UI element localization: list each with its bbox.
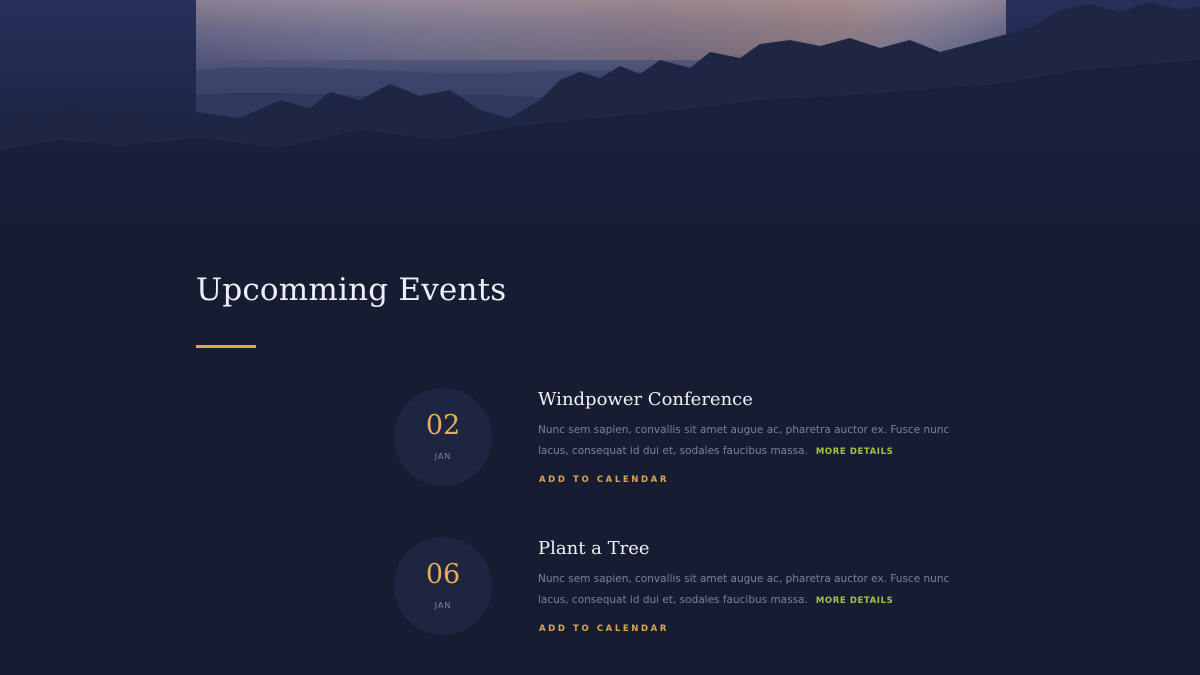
add-to-calendar-link[interactable]: ADD TO CALENDAR — [539, 475, 669, 485]
section-title: Upcomming Events — [196, 272, 507, 308]
event-title: Plant a Tree — [538, 538, 650, 559]
event-title: Windpower Conference — [538, 389, 753, 410]
event-date-day: 02 — [425, 410, 461, 441]
page: Upcomming Events 02 JAN Windpower Confer… — [0, 0, 1200, 675]
event-date-badge: 06 JAN — [394, 537, 492, 635]
more-details-link[interactable]: MORE DETAILS — [816, 596, 893, 606]
event-details: Windpower Conference Nunc sem sapien, co… — [538, 388, 978, 487]
more-details-link[interactable]: MORE DETAILS — [816, 447, 893, 457]
event-date-badge: 02 JAN — [394, 388, 492, 486]
event-description: Nunc sem sapien, convallis sit amet augu… — [538, 569, 978, 612]
add-to-calendar-link[interactable]: ADD TO CALENDAR — [539, 624, 669, 634]
event-details: Plant a Tree Nunc sem sapien, convallis … — [538, 537, 978, 636]
hero-landscape-image — [0, 0, 1200, 230]
event-date-day: 06 — [425, 559, 461, 590]
event-date-month: JAN — [434, 601, 452, 610]
event-item: 02 JAN Windpower Conference Nunc sem sap… — [394, 388, 994, 508]
title-underline-divider — [196, 345, 256, 348]
event-date-month: JAN — [434, 452, 452, 461]
event-description: Nunc sem sapien, convallis sit amet augu… — [538, 420, 978, 463]
event-item: 06 JAN Plant a Tree Nunc sem sapien, con… — [394, 537, 994, 657]
